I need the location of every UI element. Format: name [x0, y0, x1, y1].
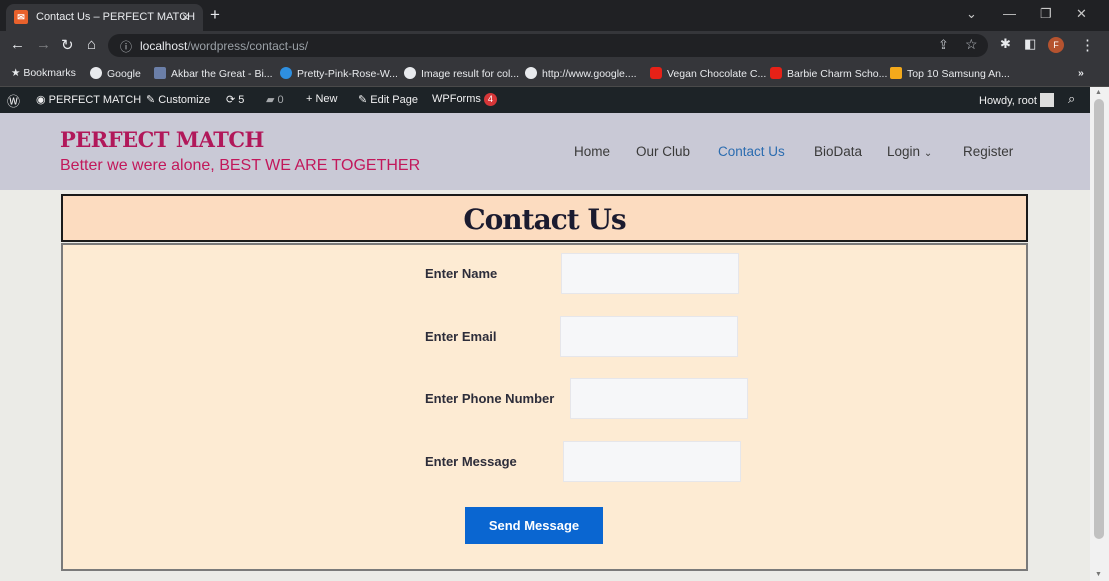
- search-icon[interactable]: ⌕: [1068, 91, 1075, 107]
- site-favicon-icon: ✉: [14, 10, 28, 24]
- scroll-up-icon[interactable]: ▲: [1095, 89, 1102, 96]
- browser-tab[interactable]: ✉ Contact Us – PERFECT MATCH ×: [6, 4, 203, 31]
- tab-close-button[interactable]: ×: [182, 10, 189, 24]
- new-tab-button[interactable]: +: [210, 5, 220, 25]
- brush-icon: ✎: [146, 94, 159, 106]
- bio-icon: [154, 67, 166, 79]
- name-field[interactable]: [561, 253, 739, 294]
- bookmark-item[interactable]: Top 10 Samsung An...: [890, 67, 1010, 80]
- heading-box: Contact Us: [61, 194, 1028, 242]
- nav-login[interactable]: Login ⌄: [887, 144, 932, 159]
- youtube-icon: [650, 67, 662, 79]
- tab-search-icon[interactable]: ⌄: [966, 6, 977, 22]
- url-text: localhost/wordpress/contact-us/: [140, 39, 309, 53]
- minimize-button[interactable]: —: [1003, 6, 1016, 21]
- nav-home[interactable]: Home: [574, 144, 610, 159]
- adminbar-updates[interactable]: ⟳ 5: [226, 93, 244, 106]
- adminbar-comments[interactable]: ▰ 0: [266, 93, 284, 106]
- profile-avatar[interactable]: F: [1048, 37, 1064, 53]
- dashboard-icon: ◉: [36, 94, 49, 106]
- scroll-down-icon[interactable]: ▼: [1095, 571, 1102, 578]
- browser-toolbar: ← → ↻ ⌂ ⓘ localhost/wordpress/contact-us…: [0, 31, 1109, 60]
- extensions-icon[interactable]: ✱: [1000, 36, 1011, 52]
- adminbar-site-name[interactable]: ◉ PERFECT MATCH: [36, 93, 141, 106]
- chevron-down-icon: ⌄: [923, 148, 933, 159]
- google-icon: [90, 67, 102, 79]
- bookmark-item[interactable]: Image result for col...: [404, 67, 519, 80]
- nav-contact-us[interactable]: Contact Us: [718, 144, 785, 159]
- address-bar[interactable]: ⓘ localhost/wordpress/contact-us/ ⇪ ☆: [108, 34, 988, 57]
- google-icon: [525, 67, 537, 79]
- email-field[interactable]: [560, 316, 738, 357]
- youtube-icon: [770, 67, 782, 79]
- bookmark-item[interactable]: ★ Bookmarks: [11, 67, 76, 79]
- bookmark-item[interactable]: Google: [90, 67, 141, 80]
- page-scrollbar[interactable]: ▲ ▼: [1090, 87, 1109, 581]
- site-header: PERFECT MATCH Better we were alone, BEST…: [0, 113, 1090, 190]
- tab-title: Contact Us – PERFECT MATCH: [36, 11, 196, 23]
- wpforms-count-badge: 4: [483, 93, 497, 106]
- email-label: Enter Email: [425, 329, 497, 344]
- 91-icon: [890, 67, 902, 79]
- bookmark-item[interactable]: Vegan Chocolate C...: [650, 67, 766, 80]
- page-title: Contact Us: [463, 203, 626, 236]
- nav-biodata[interactable]: BioData: [814, 144, 862, 159]
- adminbar-edit-page[interactable]: ✎ Edit Page: [358, 93, 418, 106]
- home-icon[interactable]: ⌂: [87, 36, 96, 53]
- message-label: Enter Message: [425, 454, 517, 469]
- pencil-icon: ✎: [358, 94, 371, 106]
- nav-register[interactable]: Register: [963, 144, 1013, 159]
- nav-our-club[interactable]: Our Club: [636, 144, 690, 159]
- browser-tab-strip: ✉ Contact Us – PERFECT MATCH × + ⌄ — ❐ ✕: [0, 0, 1109, 31]
- phone-label: Enter Phone Number: [425, 391, 555, 406]
- reload-icon[interactable]: ↻: [61, 36, 74, 54]
- avatar: [1039, 93, 1054, 107]
- image-icon: [404, 67, 416, 79]
- bookmarks-bar: ★ Bookmarks Google Akbar the Great - Bi.…: [0, 60, 1109, 87]
- star-icon: ★: [11, 67, 24, 79]
- forward-arrow-icon[interactable]: →: [36, 36, 51, 53]
- message-field[interactable]: [563, 441, 741, 482]
- send-message-button[interactable]: Send Message: [465, 507, 603, 544]
- side-panel-icon[interactable]: ◧: [1024, 36, 1036, 52]
- site-title[interactable]: PERFECT MATCH: [60, 127, 264, 152]
- wp-admin-bar: Ⓦ ◉ PERFECT MATCH ✎ Customize ⟳ 5 ▰ 0 + …: [0, 87, 1109, 113]
- share-icon[interactable]: ⇪: [938, 37, 949, 53]
- name-label: Enter Name: [425, 266, 498, 281]
- close-window-button[interactable]: ✕: [1076, 6, 1087, 22]
- bookmark-item[interactable]: Akbar the Great - Bi...: [154, 67, 273, 80]
- phone-field[interactable]: [570, 378, 748, 419]
- site-info-icon[interactable]: ⓘ: [120, 38, 132, 55]
- adminbar-new[interactable]: + New: [306, 93, 338, 105]
- adminbar-wpforms[interactable]: WPForms 4: [432, 93, 497, 106]
- bookmark-item[interactable]: Barbie Charm Scho...: [770, 67, 887, 80]
- restore-button[interactable]: ❐: [1040, 6, 1052, 22]
- scrollbar-thumb[interactable]: [1094, 99, 1104, 539]
- adminbar-customize[interactable]: ✎ Customize: [146, 93, 210, 106]
- rose-icon: [280, 67, 292, 79]
- wordpress-logo-icon[interactable]: Ⓦ: [7, 91, 20, 110]
- back-arrow-icon[interactable]: ←: [10, 36, 25, 53]
- more-bookmarks-button[interactable]: »: [1078, 67, 1084, 79]
- updates-icon: ⟳: [226, 94, 239, 106]
- comment-icon: ▰: [266, 94, 278, 106]
- adminbar-howdy[interactable]: Howdy, root: [979, 93, 1054, 107]
- bookmark-star-icon[interactable]: ☆: [965, 36, 978, 53]
- bookmark-item[interactable]: http://www.google....: [525, 67, 637, 80]
- menu-kebab-icon[interactable]: ⋮: [1080, 36, 1095, 54]
- bookmark-item[interactable]: Pretty-Pink-Rose-W...: [280, 67, 398, 80]
- site-tagline: Better we were alone, BEST WE ARE TOGETH…: [60, 157, 421, 174]
